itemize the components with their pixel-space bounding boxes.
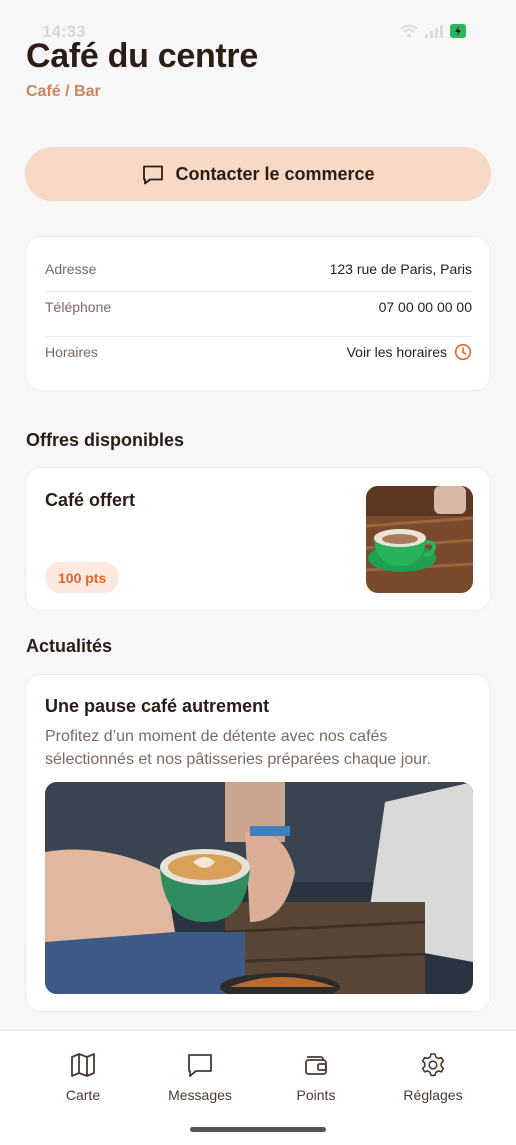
tab-settings[interactable]: Réglages: [378, 1051, 488, 1103]
battery-icon: [450, 24, 466, 38]
info-card: Adresse 123 rue de Paris, Paris Téléphon…: [25, 236, 491, 391]
offer-card[interactable]: Café offert 100 pts: [25, 467, 491, 611]
screen: 14:33 Café du centre Café / Bar Contacte…: [0, 0, 516, 1145]
offer-image: [366, 486, 473, 593]
tab-map-label: Carte: [65, 1087, 101, 1103]
see-hours-link[interactable]: Voir les horaires: [347, 343, 472, 361]
home-indicator: [190, 1127, 326, 1132]
signal-icon: [425, 25, 443, 38]
category-label: Café / Bar: [26, 83, 101, 100]
divider: [45, 291, 472, 292]
points-badge: 100 pts: [45, 562, 120, 593]
message-icon: [143, 165, 164, 185]
divider: [45, 336, 472, 337]
page-title: Café du centre: [26, 37, 258, 75]
back-arrow-icon[interactable]: [30, 0, 52, 8]
clock-icon: [454, 343, 472, 361]
news-title: Une pause café autrement: [45, 696, 270, 716]
tab-messages[interactable]: Messages: [145, 1051, 255, 1103]
latte-photo: [45, 782, 473, 994]
news-section-title: Actualités: [26, 636, 113, 656]
address-value: 123 rue de Paris, Paris: [329, 261, 472, 277]
wifi-icon: [400, 24, 418, 38]
tab-map[interactable]: Carte: [28, 1051, 138, 1103]
info-row-address: Adresse 123 rue de Paris, Paris: [45, 261, 472, 277]
gear-icon: [421, 1053, 445, 1077]
message-icon: [188, 1054, 212, 1077]
contact-business-button[interactable]: Contacter le commerce: [25, 147, 491, 201]
offer-title: Café offert: [45, 490, 136, 510]
phone-value[interactable]: 07 00 00 00 00: [379, 299, 472, 315]
hours-label: Horaires: [45, 344, 98, 360]
address-label: Adresse: [45, 261, 97, 277]
wallet-icon: [305, 1056, 327, 1075]
news-card[interactable]: Une pause café autrement Profitez d’un m…: [25, 674, 491, 1012]
tab-points[interactable]: Points: [261, 1051, 371, 1103]
info-row-phone[interactable]: Téléphone 07 00 00 00 00: [45, 299, 472, 315]
news-body: Profitez d’un moment de détente avec nos…: [45, 728, 432, 768]
tab-messages-label: Messages: [168, 1087, 232, 1103]
tab-settings-label: Réglages: [403, 1087, 463, 1103]
tab-points-label: Points: [296, 1087, 336, 1103]
news-image: [45, 782, 473, 994]
map-icon: [71, 1053, 95, 1077]
offers-section-title: Offres disponibles: [26, 430, 185, 450]
tab-bar: Carte Messages Points Réglages: [0, 1030, 516, 1145]
phone-label: Téléphone: [45, 299, 112, 315]
info-row-hours[interactable]: Horaires Voir les horaires: [45, 343, 472, 361]
see-hours-label: Voir les horaires: [346, 344, 447, 360]
coffee-cup-photo: [366, 486, 473, 593]
status-icons: [400, 24, 468, 38]
contact-button-label: Contacter le commerce: [175, 163, 375, 184]
